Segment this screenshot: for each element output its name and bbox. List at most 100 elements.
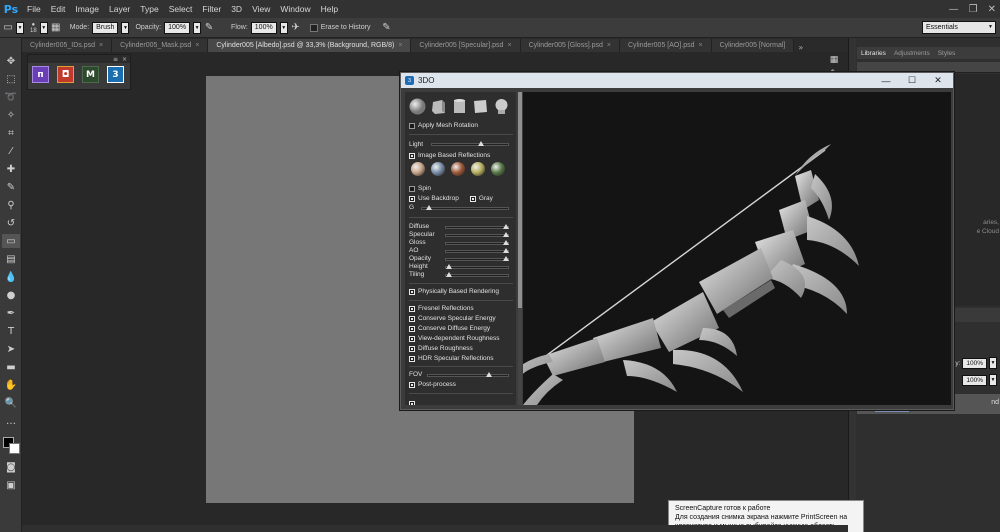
flow-input[interactable]: 100% xyxy=(250,21,277,34)
model-primitive-icon[interactable] xyxy=(493,98,510,115)
conserve-specular-checkbox[interactable] xyxy=(409,315,415,322)
brush-panel-icon[interactable]: ▦ xyxy=(48,21,64,35)
flow-dropdown[interactable]: ▼ xyxy=(279,21,288,34)
tab-styles[interactable]: Styles xyxy=(934,50,960,57)
tab-gloss[interactable]: Cylinder005 [Gloss].psd × xyxy=(520,39,620,52)
tab-libraries[interactable]: Libraries xyxy=(857,50,890,57)
tab-normal[interactable]: Cylinder005 [Normal] xyxy=(711,39,795,52)
ao-slider[interactable] xyxy=(445,248,509,253)
environment-preset-5[interactable] xyxy=(491,162,505,176)
3do-titlebar[interactable]: 3 3DO — ☐ ✕ xyxy=(401,73,953,88)
quick-mask-icon[interactable]: ◙ xyxy=(2,460,20,474)
mode-dropdown[interactable]: ▼ xyxy=(121,21,130,34)
diffuse-roughness-checkbox[interactable] xyxy=(409,345,415,352)
menu-edit[interactable]: Edit xyxy=(46,4,71,14)
conserve-specular-row[interactable]: Conserve Specular Energy xyxy=(409,315,496,322)
zoom-tool-icon[interactable]: 🔍 xyxy=(2,396,20,410)
clone-stamp-tool-icon[interactable]: ⚲ xyxy=(2,198,20,212)
slider-handle[interactable] xyxy=(503,224,509,229)
g-slider[interactable] xyxy=(421,205,509,210)
panel-menu-icon[interactable]: ≡ xyxy=(113,56,118,63)
tiling-slider[interactable] xyxy=(445,272,509,277)
tabs-overflow-button[interactable]: » xyxy=(794,43,807,52)
slider-handle[interactable] xyxy=(503,248,509,253)
diffuse-slider[interactable] xyxy=(445,224,509,229)
scrollbar-thumb[interactable] xyxy=(518,92,522,308)
shape-tool-icon[interactable]: ▬ xyxy=(2,360,20,374)
fresnel-checkbox[interactable] xyxy=(409,305,415,312)
slider-handle[interactable] xyxy=(503,240,509,245)
path-selection-tool-icon[interactable]: ➤ xyxy=(2,342,20,356)
opacity-dropdown[interactable]: ▼ xyxy=(193,21,202,34)
sphere-primitive-icon[interactable] xyxy=(409,98,426,115)
environment-preset-1[interactable] xyxy=(411,162,425,176)
tool-preset-dropdown[interactable]: ▼ xyxy=(16,21,24,34)
plugin-button-2[interactable]: ◘ xyxy=(57,66,74,83)
history-brush-tool-icon[interactable]: ↺ xyxy=(2,216,20,230)
pbr-row[interactable]: Physically Based Rendering xyxy=(409,288,499,295)
use-backdrop-checkbox[interactable] xyxy=(409,195,415,202)
spin-row[interactable]: Spin xyxy=(409,185,431,192)
diffuse-roughness-row[interactable]: Diffuse Roughness xyxy=(409,345,473,352)
menu-window[interactable]: Window xyxy=(275,4,315,14)
close-icon[interactable]: × xyxy=(699,42,703,49)
view-roughness-row[interactable]: View-dependent Roughness xyxy=(409,335,500,342)
screen-mode-icon[interactable]: ▣ xyxy=(2,478,20,492)
slider-handle[interactable] xyxy=(478,141,484,146)
slider-handle[interactable] xyxy=(486,372,492,377)
tab-specular[interactable]: Cylinder005 [Specular].psd × xyxy=(411,39,521,52)
tab-adjustments[interactable]: Adjustments xyxy=(890,50,934,57)
eyedropper-tool-icon[interactable]: ⁄ xyxy=(2,144,20,158)
brush-size-picker[interactable]: ● 18 ▼ xyxy=(30,21,48,34)
slider-handle[interactable] xyxy=(503,256,509,261)
background-color-swatch[interactable] xyxy=(9,443,20,454)
ibr-checkbox[interactable] xyxy=(409,152,415,159)
eraser-tool-icon[interactable]: ▭ xyxy=(2,234,20,248)
ibr-row[interactable]: Image Based Reflections xyxy=(409,152,490,159)
brush-tool-icon[interactable]: ✎ xyxy=(2,180,20,194)
menu-filter[interactable]: Filter xyxy=(197,4,226,14)
mode-select[interactable]: Brush xyxy=(92,21,119,34)
settings-scrollbar[interactable] xyxy=(518,92,522,405)
airbrush-icon[interactable]: ✈ xyxy=(288,21,304,35)
3do-maximize-button[interactable]: ☐ xyxy=(899,73,925,88)
pen-tool-icon[interactable]: ✒ xyxy=(2,306,20,320)
move-tool-icon[interactable]: ✥ xyxy=(2,54,20,68)
post-process-checkbox[interactable] xyxy=(409,381,415,388)
more-tools-icon[interactable]: … xyxy=(2,414,20,428)
layer-opacity-input[interactable]: 100% xyxy=(962,357,987,369)
environment-preset-2[interactable] xyxy=(431,162,445,176)
close-icon[interactable]: × xyxy=(99,42,103,49)
tab-ids[interactable]: Cylinder005_IDs.psd × xyxy=(22,39,113,52)
environment-preset-4[interactable] xyxy=(471,162,485,176)
gray-checkbox[interactable] xyxy=(469,195,476,202)
color-swatches[interactable] xyxy=(3,437,21,455)
specular-slider[interactable] xyxy=(445,232,509,237)
marquee-tool-icon[interactable]: ⬚ xyxy=(2,72,20,86)
close-button[interactable]: ✕ xyxy=(988,4,996,15)
panel-close-icon[interactable]: × xyxy=(122,56,127,63)
pressure-opacity-icon[interactable]: ✎ xyxy=(201,21,217,35)
fresnel-row[interactable]: Fresnel Reflections xyxy=(409,305,474,312)
erase-history-checkbox[interactable] xyxy=(309,23,318,32)
dodge-tool-icon[interactable]: ● xyxy=(2,288,20,302)
eraser-tool-icon[interactable]: ▭ xyxy=(0,21,16,35)
gradient-tool-icon[interactable]: ▤ xyxy=(2,252,20,266)
color-panel-icon[interactable]: ▦ xyxy=(828,54,840,66)
height-slider[interactable] xyxy=(445,264,509,269)
close-icon[interactable]: × xyxy=(507,42,511,49)
tab-mask[interactable]: Cylinder005_Mask.psd × xyxy=(112,39,209,52)
menu-file[interactable]: File xyxy=(22,4,46,14)
opacity-input[interactable]: 100% xyxy=(164,21,191,34)
fov-slider[interactable] xyxy=(427,372,509,377)
3do-close-button[interactable]: ✕ xyxy=(925,73,951,88)
layer-opacity-dropdown[interactable]: ▼ xyxy=(989,357,997,369)
menu-image[interactable]: Image xyxy=(70,4,104,14)
cube-primitive-icon[interactable] xyxy=(430,98,447,115)
3do-minimize-button[interactable]: — xyxy=(873,73,899,88)
workspace-select[interactable]: Essentials ▼ xyxy=(922,21,996,34)
lasso-tool-icon[interactable]: ➰ xyxy=(2,90,20,104)
slider-handle[interactable] xyxy=(503,232,509,237)
magic-wand-tool-icon[interactable]: ✧ xyxy=(2,108,20,122)
slider-handle[interactable] xyxy=(446,264,452,269)
